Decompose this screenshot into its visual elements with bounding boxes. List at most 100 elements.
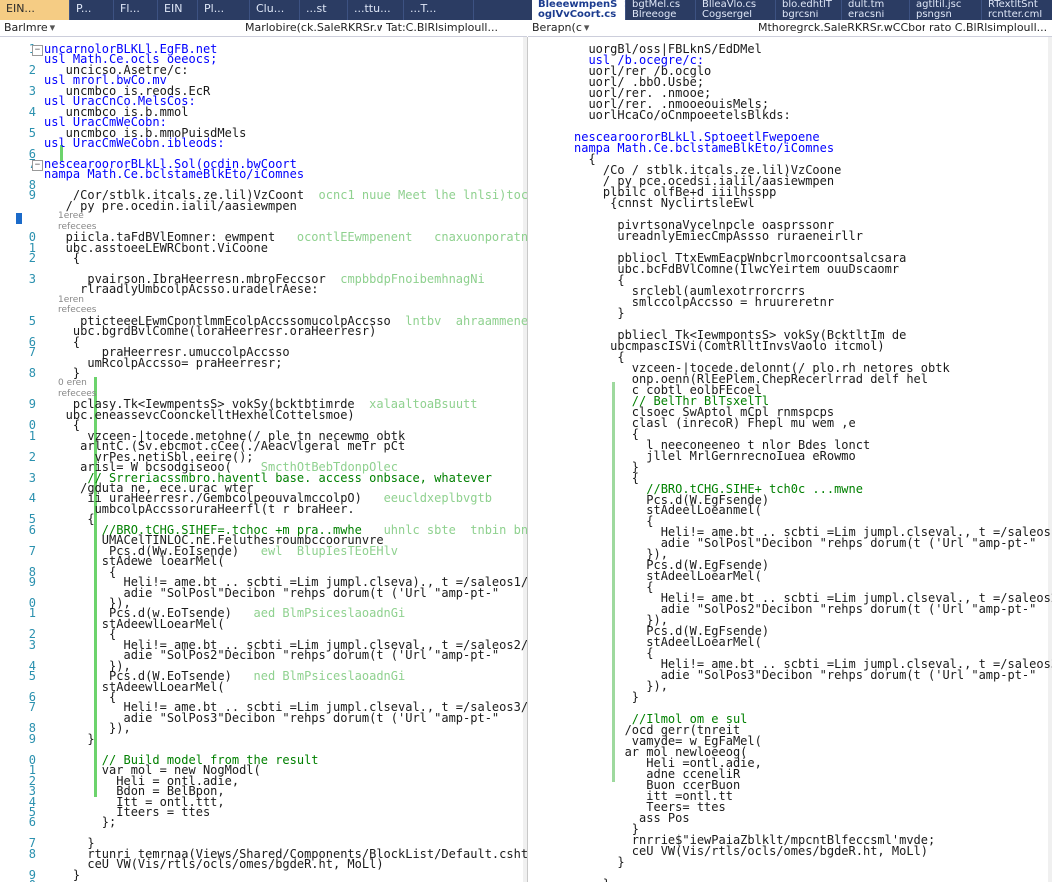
breakpoint-marker[interactable] bbox=[16, 213, 22, 224]
inline-comment: xalaaltoaBsuutt bbox=[354, 397, 478, 412]
tab-3[interactable]: EIN bbox=[158, 0, 198, 20]
line-number: 1 bbox=[28, 428, 36, 443]
code-line[interactable]: ceU VW(Vis/rtls/ocls/omes/bgdeR.ht, MoLl… bbox=[574, 844, 929, 859]
tab-right-path-1: Blreeoge bbox=[626, 10, 696, 20]
code-text: } bbox=[574, 305, 625, 320]
code-text: { bbox=[44, 251, 81, 266]
line-number: 8 bbox=[28, 846, 36, 861]
line-number: 2 bbox=[28, 449, 36, 464]
code-line[interactable]: ureadnlyEmiecCmpAssso ruraeneirllr bbox=[574, 229, 863, 243]
code-line[interactable]: nampa Math.Ce.bclstameBlkEto/iComnes bbox=[44, 168, 304, 181]
tab-0[interactable]: EIN... bbox=[0, 0, 70, 20]
type-dropdown-left[interactable]: Marlobire(ck.SaleRKRSr.wCCborts.grBBLwC bbox=[241, 20, 390, 36]
code-line[interactable]: }; bbox=[44, 816, 116, 829]
navigation-bar-left: Barlmre▾ Marlobire(ck.SaleRKRSr.wCCborts… bbox=[0, 20, 527, 37]
code-line[interactable]: ubc.bgrdBvlComne(loraHeerresr.oraHeerres… bbox=[44, 325, 376, 338]
code-text: nampa Math.Ce.bclstameBlkEto/iComnes bbox=[574, 140, 835, 155]
code-line[interactable]: } bbox=[44, 868, 80, 882]
line-number: 8 bbox=[28, 366, 36, 380]
collapse-icon[interactable]: − bbox=[32, 159, 43, 171]
tab-right-path-3: bgrcsni bbox=[776, 10, 842, 20]
tab-label: agtltil.jsc bbox=[916, 0, 962, 10]
inline-comment: cmpbbdpFnoibemhnagNi bbox=[325, 271, 485, 286]
member-label: rato C.BlRlsimploull... bbox=[929, 21, 1048, 34]
code-text: nampa Math.Ce.bclstameBlkEto/iComnes bbox=[44, 167, 305, 182]
code-line[interactable]: ubc.eneassevcCoonckelltHexhelCottelsmoe) bbox=[44, 408, 355, 422]
code-line[interactable]: } bbox=[574, 855, 625, 870]
code-line[interactable]: uorlHcaCo/oCnmpoeetelsBlkds: bbox=[574, 107, 791, 122]
line-number: 7 bbox=[28, 543, 36, 558]
tab-right-path-5: psngsn bbox=[910, 10, 982, 20]
code-text: ceU VW(Vis/rtls/ocls/omes/bgdeR.ht, MoLl… bbox=[574, 844, 929, 859]
code-line[interactable]: } bbox=[44, 731, 95, 746]
code-line[interactable]: } bbox=[574, 877, 610, 882]
tab-right-path-0: oglVvCoort.cs bbox=[532, 10, 626, 20]
code-text: {cnnst NyclirtsleEwl bbox=[574, 195, 755, 210]
type-label: Marlobire(ck.SaleRKRSr.wCCborts.grBBLwC bbox=[245, 21, 389, 34]
tab-label: bgtMel.cs bbox=[632, 0, 681, 10]
tab-8[interactable]: ...T... bbox=[404, 0, 474, 20]
line-number: 5 bbox=[28, 313, 36, 328]
tab-right-path-4: eracsni bbox=[842, 10, 910, 20]
line-number: 4 bbox=[28, 104, 36, 119]
code-text: ceU VW(Vis/rtls/ocls/omes/bgdeR.ht, MoLl… bbox=[44, 857, 384, 872]
type-dropdown-right[interactable]: Mthoregrck.SaleRKRSr.wCCborts.bFrBLEwC bbox=[754, 20, 933, 36]
inline-comment: lntbv ahraammenemapmalrd bbox=[405, 313, 528, 328]
vertical-scrollbar[interactable] bbox=[523, 37, 527, 882]
project-label: Barlmre bbox=[4, 21, 48, 34]
line-number: 9 bbox=[28, 397, 36, 412]
line-number: 3 bbox=[28, 470, 36, 485]
tab-1[interactable]: P... bbox=[70, 0, 114, 20]
tab-right-path-2: Cogsergel bbox=[696, 10, 776, 20]
tab-6[interactable]: ...st bbox=[300, 0, 348, 20]
tab-4[interactable]: Pl... bbox=[198, 0, 250, 20]
tab-label: BleeewmpenS bbox=[538, 0, 618, 10]
code-text: } bbox=[44, 731, 95, 746]
project-label: Berapn(c bbox=[532, 21, 582, 34]
tab-5[interactable]: Clu... bbox=[250, 0, 300, 20]
code-text: usl UracCmWeCobn.ibleods: bbox=[44, 136, 225, 151]
tab-label: BlleaVlo.cs bbox=[702, 0, 757, 10]
tab-right-path-6: rcntter.cml bbox=[982, 10, 1052, 20]
tab-2[interactable]: Fl... bbox=[114, 0, 158, 20]
inline-comment: ned BlmPsiceslaoadnGi bbox=[231, 669, 406, 684]
project-dropdown-left[interactable]: Barlmre ▾ bbox=[0, 20, 249, 36]
code-line[interactable]: } bbox=[574, 691, 639, 704]
inline-comment: ocontlEEwmpenent cnaxuonporatnogiaM bbox=[296, 230, 528, 245]
code-editor-left[interactable]: 1−uncarnolorBLKLl.EgFB.netusl Math.Ce.oc… bbox=[0, 37, 528, 882]
inline-comment: eeucldxeplbvgtb bbox=[361, 491, 492, 506]
tab-label: blo.edhtlT bbox=[782, 0, 832, 10]
code-text: } bbox=[574, 877, 610, 882]
line-number: 7 bbox=[28, 700, 36, 715]
line-number: 5 bbox=[28, 125, 36, 140]
collapse-icon[interactable]: − bbox=[32, 45, 43, 56]
line-number: 9 bbox=[28, 731, 36, 746]
chevron-down-icon: ▾ bbox=[583, 21, 590, 34]
code-text: }; bbox=[44, 815, 117, 830]
member-dropdown-right[interactable]: rato C.BlRlsimploull... bbox=[925, 20, 1052, 36]
line-number: 9 bbox=[28, 188, 36, 203]
line-number: 2 bbox=[28, 62, 36, 77]
member-label: Tat:C.BlRlsimploull... bbox=[386, 21, 498, 34]
chevron-down-icon: ▾ bbox=[49, 21, 56, 34]
code-text: uorlHcaCo/oCnmpoeetelsBlkds: bbox=[574, 107, 791, 122]
code-editor-right[interactable]: uorgBl/oss|FBLknS/EdDMel usl /b.ocegre/c… bbox=[528, 37, 1052, 882]
code-line[interactable]: ceU VW(Vis/rtls/ocls/omes/bgdeR.ht, MoLl… bbox=[44, 857, 384, 872]
code-text: } bbox=[574, 855, 625, 870]
code-line[interactable]: } bbox=[574, 305, 625, 320]
code-line[interactable]: { bbox=[44, 251, 81, 266]
inline-comment: aed BlmPsiceslaoadnGi bbox=[231, 606, 406, 621]
code-text: } bbox=[574, 690, 640, 705]
tab-7[interactable]: ...ttu... bbox=[348, 0, 404, 20]
line-number: 5 bbox=[28, 669, 36, 684]
line-number: 6 bbox=[28, 815, 36, 830]
code-line[interactable]: nampa Math.Ce.bclstameBlkEto/iComnes bbox=[574, 140, 835, 155]
member-dropdown-left[interactable]: Tat:C.BlRlsimploull... bbox=[382, 20, 527, 36]
vertical-scrollbar[interactable] bbox=[1048, 37, 1052, 882]
code-line[interactable]: rlraadlyUmbcolpAcsso.uradelrAese: bbox=[44, 283, 318, 296]
line-number: 3 bbox=[28, 83, 36, 98]
code-line[interactable]: usl UracCmWeCobn.ibleods: bbox=[44, 136, 225, 151]
project-dropdown-right[interactable]: Berapn(c ▾ bbox=[528, 20, 762, 36]
line-number: 9 bbox=[28, 575, 36, 590]
code-line[interactable]: {cnnst NyclirtsleEwl bbox=[574, 195, 755, 210]
